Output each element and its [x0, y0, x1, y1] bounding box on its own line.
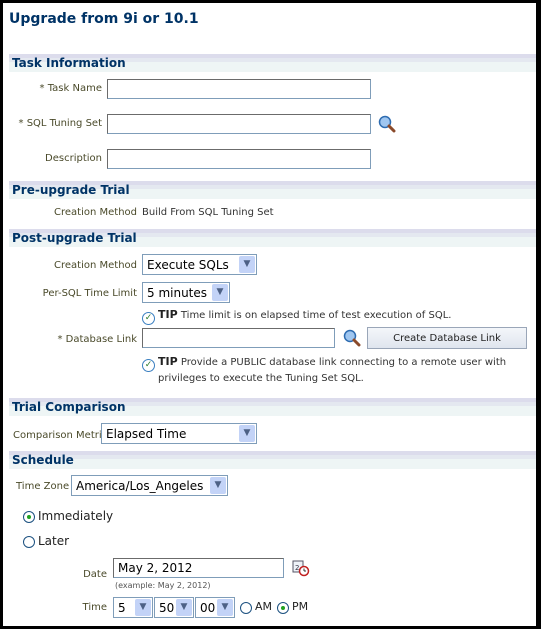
section-heading: Task Information — [12, 56, 126, 70]
pre-creation-method-label: Creation Method — [54, 207, 137, 218]
tip-text-line1: Provide a PUBLIC database link connectin… — [180, 357, 507, 368]
chevron-down-icon: ▼ — [176, 599, 192, 616]
post-creation-method-label: Creation Method — [54, 260, 137, 271]
tip-text: Time limit is on elapsed time of test ex… — [180, 310, 452, 321]
task-name-label: * Task Name — [39, 83, 102, 94]
database-link-input[interactable] — [142, 328, 335, 348]
selected-value: 5 — [118, 601, 126, 615]
comparison-metric-select[interactable]: Elapsed Time ▼ — [101, 423, 257, 444]
selected-value: America/Los_Angeles — [76, 479, 204, 493]
selected-value: 50 — [159, 601, 175, 615]
section-pre-upgrade-trial: Pre-upgrade Trial — [9, 181, 536, 199]
search-icon[interactable] — [343, 329, 361, 347]
date-label: Date — [83, 569, 107, 580]
create-database-link-button[interactable]: Create Database Link — [367, 327, 527, 349]
comparison-metric-label: Comparison Metric — [13, 430, 108, 441]
later-label[interactable]: Later — [38, 534, 69, 548]
section-task-information: Task Information — [9, 54, 536, 72]
chevron-down-icon: ▼ — [135, 599, 151, 616]
am-label[interactable]: AM — [255, 600, 272, 613]
selected-value: Elapsed Time — [106, 427, 187, 441]
description-label: Description — [45, 153, 102, 164]
chevron-down-icon: ▼ — [239, 425, 255, 442]
time-zone-label: Time Zone — [16, 481, 70, 492]
creation-method-select[interactable]: Execute SQLs ▼ — [142, 254, 257, 275]
chevron-down-icon: ▼ — [212, 284, 228, 301]
selected-value: 00 — [200, 601, 216, 615]
task-name-input[interactable] — [107, 79, 371, 99]
section-post-upgrade-trial: Post-upgrade Trial — [9, 229, 536, 247]
checkmark-icon: ✓ — [142, 312, 155, 325]
tip-prefix: TIP — [158, 308, 178, 321]
pm-label[interactable]: PM — [292, 600, 308, 613]
tip-time-limit: ✓ TIP Time limit is on elapsed time of te… — [142, 308, 451, 325]
time-limit-label: Per-SQL Time Limit — [42, 288, 137, 299]
section-heading: Schedule — [12, 453, 74, 467]
chevron-down-icon: ▼ — [217, 599, 233, 616]
calendar-clock-icon[interactable]: 2 — [292, 559, 310, 577]
selected-value: 5 minutes — [147, 286, 208, 300]
selected-value: Execute SQLs — [147, 258, 229, 272]
time-limit-select[interactable]: 5 minutes ▼ — [142, 282, 230, 303]
pre-creation-method-value: Build From SQL Tuning Set — [142, 207, 274, 218]
checkmark-icon: ✓ — [142, 359, 155, 372]
minute-select[interactable]: 50 ▼ — [154, 597, 194, 618]
later-radio[interactable] — [23, 536, 35, 548]
section-heading: Trial Comparison — [12, 400, 126, 414]
tip-prefix: TIP — [158, 355, 178, 368]
database-link-label: * Database Link — [57, 334, 137, 345]
search-icon[interactable] — [378, 115, 396, 133]
page-title: Upgrade from 9i or 10.1 — [9, 11, 199, 27]
upgrade-page: Upgrade from 9i or 10.1 Task Information… — [3, 3, 536, 626]
chevron-down-icon: ▼ — [239, 256, 255, 273]
immediately-radio[interactable] — [23, 511, 35, 523]
section-heading: Pre-upgrade Trial — [12, 183, 130, 197]
section-schedule: Schedule — [9, 451, 536, 469]
date-hint: (example: May 2, 2012) — [115, 581, 211, 590]
section-heading: Post-upgrade Trial — [12, 231, 137, 245]
tip-text-line2: privileges to execute the Tuning Set SQL… — [158, 373, 364, 384]
section-trial-comparison: Trial Comparison — [9, 398, 536, 416]
immediately-label[interactable]: Immediately — [38, 509, 113, 523]
time-zone-select[interactable]: America/Los_Angeles ▼ — [71, 475, 228, 496]
second-select[interactable]: 00 ▼ — [195, 597, 235, 618]
chevron-down-icon: ▼ — [210, 477, 226, 494]
am-radio[interactable] — [240, 602, 252, 614]
time-label: Time — [82, 602, 107, 613]
tip-database-link: ✓ TIP Provide a PUBLIC database link conn… — [142, 355, 506, 385]
date-input[interactable] — [113, 558, 284, 578]
pm-radio[interactable] — [277, 602, 289, 614]
hour-select[interactable]: 5 ▼ — [113, 597, 153, 618]
sql-tuning-set-input[interactable] — [107, 114, 371, 134]
description-input[interactable] — [107, 149, 371, 169]
sql-tuning-set-label: * SQL Tuning Set — [18, 118, 102, 129]
